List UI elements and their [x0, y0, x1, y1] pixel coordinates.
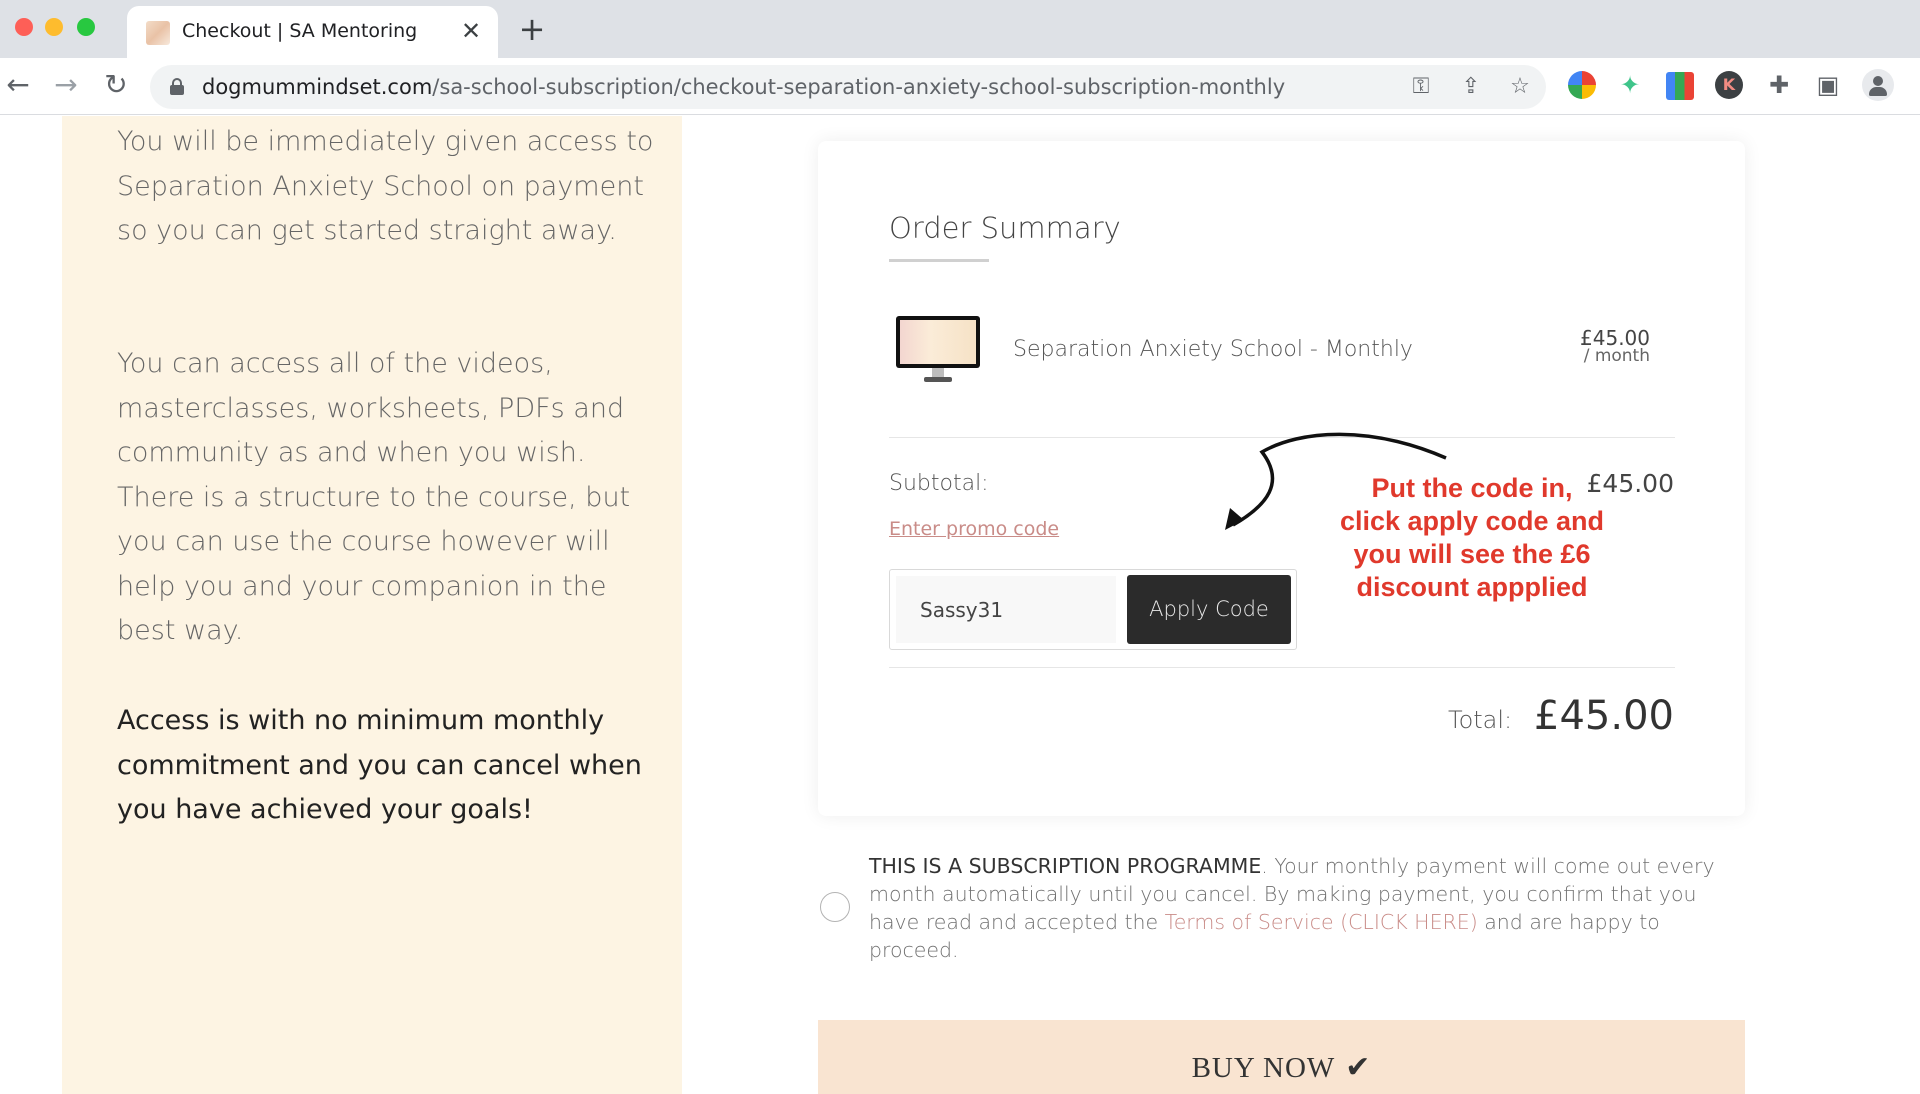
product-price: £45.00 / month: [1580, 328, 1650, 366]
browser-tabstrip: Checkout | SA Mentoring ✕ +: [0, 0, 1920, 58]
browser-tab-active[interactable]: Checkout | SA Mentoring ✕: [127, 6, 498, 58]
google-extension-icon[interactable]: [1666, 72, 1694, 100]
order-summary-title: Order Summary: [889, 211, 1121, 245]
access-paragraph: You will be immediately given access to …: [117, 126, 654, 246]
key-icon[interactable]: ⚿: [1408, 74, 1434, 100]
reload-button[interactable]: ↻: [100, 70, 132, 102]
window-minimize-button[interactable]: [45, 18, 63, 36]
close-icon[interactable]: ✕: [458, 18, 484, 44]
address-bar[interactable]: dogmummindset.com/sa-school-subscription…: [150, 65, 1546, 109]
total-label: Total:: [1448, 706, 1513, 734]
terms-of-service-link[interactable]: Terms of Service (CLICK HERE): [1165, 910, 1478, 934]
profile-avatar[interactable]: [1862, 69, 1894, 101]
enter-promo-code-link[interactable]: Enter promo code: [889, 518, 1059, 540]
tab-title: Checkout | SA Mentoring: [182, 20, 418, 42]
url-host: dogmummindset.com: [202, 75, 433, 99]
buy-now-button[interactable]: BUY NOW ✔: [818, 1020, 1745, 1094]
annotation-note: Put the code in, click apply code and yo…: [1339, 473, 1605, 602]
commitment-paragraph: Access is with no minimum monthly commit…: [117, 705, 642, 825]
course-info-panel: You will be immediately given access to …: [62, 116, 682, 1094]
forward-button[interactable]: →: [50, 70, 82, 102]
title-underline: [889, 259, 989, 262]
content-paragraph: You can access all of the videos, master…: [117, 348, 631, 646]
url-path: /sa-school-subscription/checkout-separat…: [432, 75, 1286, 99]
favicon-icon: [146, 21, 170, 45]
back-button[interactable]: ←: [2, 70, 34, 102]
product-thumbnail: [896, 316, 980, 386]
divider: [889, 437, 1675, 438]
share-icon[interactable]: ⇪: [1458, 74, 1484, 100]
window-zoom-button[interactable]: [77, 18, 95, 36]
total-value: £45.00: [1534, 693, 1674, 739]
product-price-period: / month: [1583, 346, 1650, 366]
url-text[interactable]: dogmummindset.com/sa-school-subscription…: [202, 75, 1285, 99]
subtotal-label: Subtotal:: [889, 471, 989, 496]
bookmark-star-icon[interactable]: ☆: [1507, 74, 1533, 100]
subscription-agreement-text: THIS IS A SUBSCRIPTION PROGRAMME. Your m…: [869, 852, 1719, 964]
subscription-heading: THIS IS A SUBSCRIPTION PROGRAMME: [869, 854, 1262, 878]
buy-now-label: BUY NOW: [1191, 1052, 1336, 1084]
k-extension-icon[interactable]: K: [1715, 71, 1743, 99]
check-icon: ✔: [1345, 1051, 1372, 1084]
color-wheel-extension-icon[interactable]: [1568, 71, 1596, 99]
bird-extension-icon[interactable]: ✦: [1615, 70, 1645, 100]
apply-code-button[interactable]: Apply Code: [1127, 575, 1291, 644]
window-close-button[interactable]: [15, 18, 33, 36]
divider: [889, 667, 1675, 668]
puzzle-extensions-icon[interactable]: ✚: [1764, 70, 1794, 100]
promo-code-input[interactable]: [896, 576, 1116, 643]
product-name: Separation Anxiety School - Monthly: [1013, 337, 1413, 362]
new-tab-button[interactable]: +: [516, 13, 548, 46]
promo-code-form: Apply Code: [889, 569, 1297, 650]
agree-terms-radio[interactable]: [820, 892, 850, 922]
lock-icon[interactable]: [170, 78, 184, 95]
side-panel-icon[interactable]: ▣: [1813, 70, 1843, 100]
buy-now-label-wrap: BUY NOW ✔: [818, 1050, 1745, 1085]
